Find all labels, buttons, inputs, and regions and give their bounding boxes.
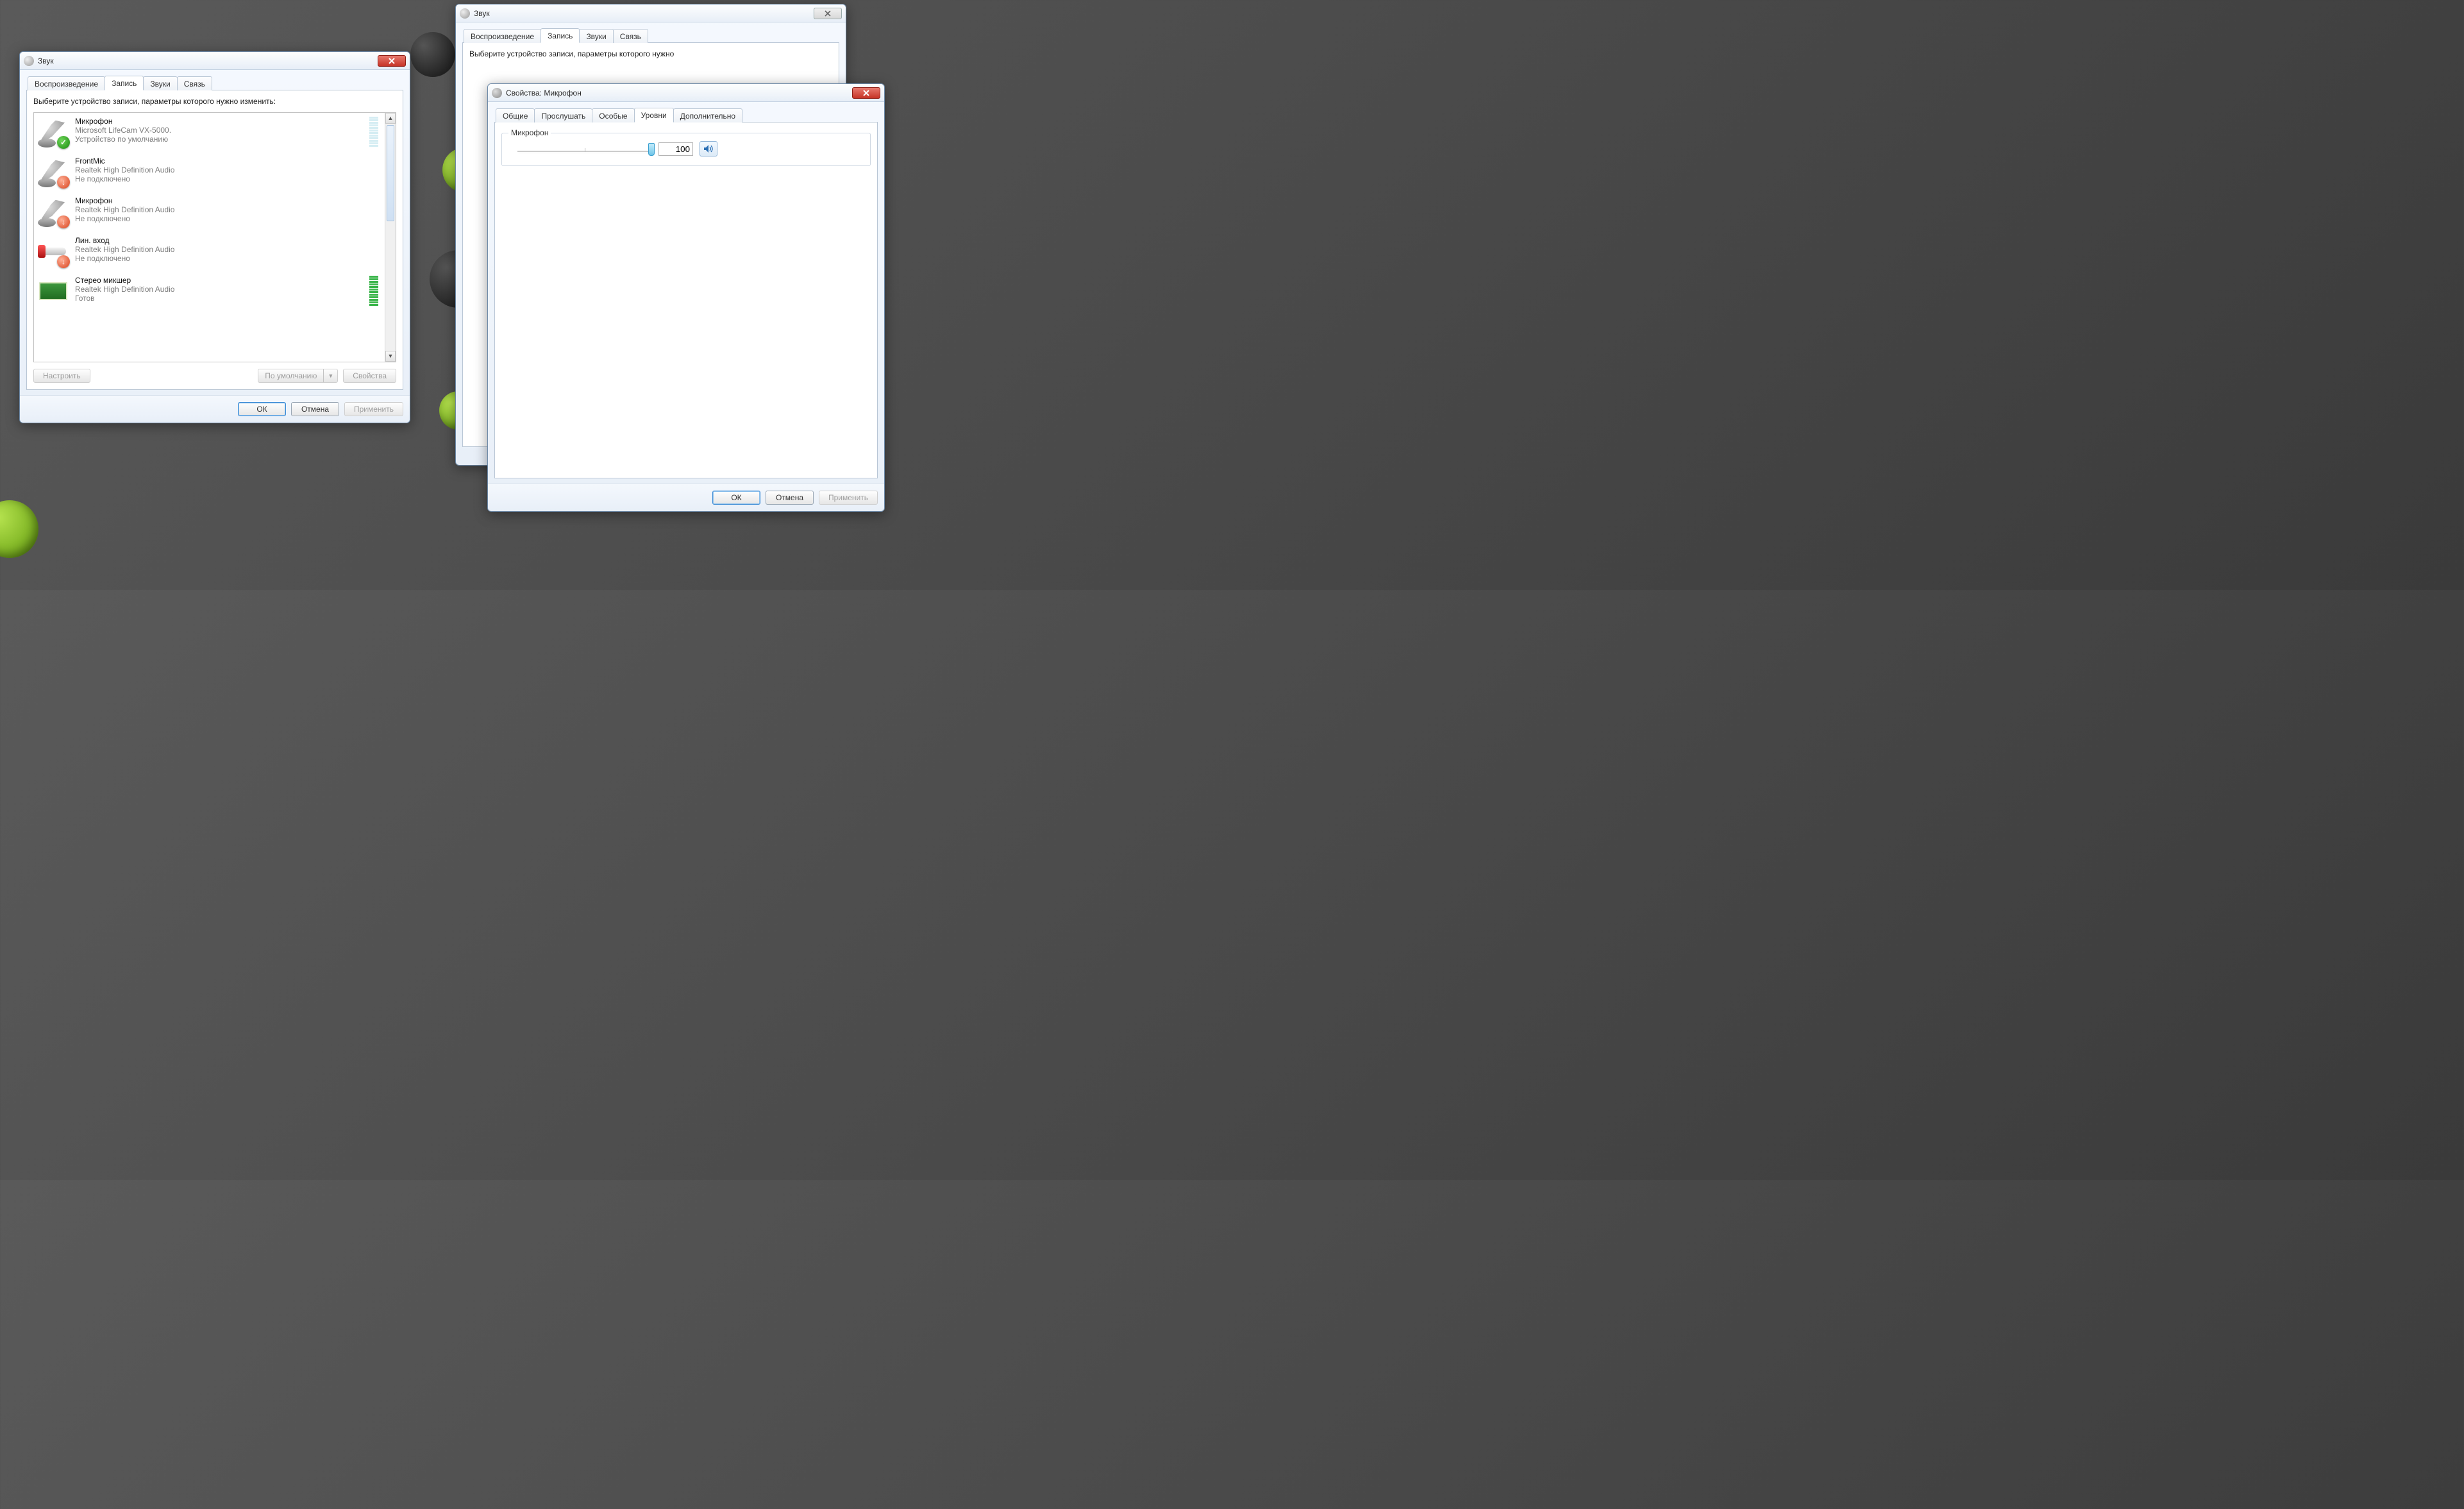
close-button[interactable] xyxy=(852,87,880,99)
device-text: Стерео микшерRealtek High Definition Aud… xyxy=(75,276,174,303)
mute-button[interactable] xyxy=(700,141,717,156)
device-description: Microsoft LifeCam VX-5000. xyxy=(75,126,171,135)
device-status: Готов xyxy=(75,294,174,303)
device-name: Лин. вход xyxy=(75,236,174,245)
dialog-footer: ОК Отмена Применить xyxy=(488,484,884,511)
device-list-item[interactable]: ✓ МикрофонMicrosoft LifeCam VX-5000.Устро… xyxy=(34,113,385,153)
tab-listen[interactable]: Прослушать xyxy=(534,108,592,122)
device-text: МикрофонRealtek High Definition AudioНе … xyxy=(75,196,174,223)
device-description: Realtek High Definition Audio xyxy=(75,285,174,294)
dropdown-arrow-icon[interactable]: ▼ xyxy=(323,369,337,382)
group-label: Микрофон xyxy=(508,128,551,137)
device-name: Микрофон xyxy=(75,196,174,205)
scrollbar[interactable]: ▲ ▼ xyxy=(385,113,396,362)
tab-sounds[interactable]: Звуки xyxy=(579,29,613,43)
device-description: Realtek High Definition Audio xyxy=(75,205,174,214)
scroll-up-button[interactable]: ▲ xyxy=(385,113,396,124)
device-text: МикрофонMicrosoft LifeCam VX-5000.Устрой… xyxy=(75,117,171,144)
scroll-down-button[interactable]: ▼ xyxy=(385,351,396,362)
scroll-thumb[interactable] xyxy=(387,125,394,221)
device-description: Realtek High Definition Audio xyxy=(75,165,174,174)
tab-strip: Воспроизведение Запись Звуки Связь xyxy=(462,28,839,43)
device-name: FrontMic xyxy=(75,156,174,165)
device-status: Не подключено xyxy=(75,174,174,183)
linein-device-icon: ↓ xyxy=(38,236,69,267)
microphone-level-value[interactable] xyxy=(658,142,693,156)
device-list-item[interactable]: ↓ МикрофонRealtek High Definition AudioНе… xyxy=(34,192,385,232)
device-name: Микрофон xyxy=(75,117,171,126)
tab-custom[interactable]: Особые xyxy=(592,108,634,122)
level-meter xyxy=(369,276,378,306)
cancel-button[interactable]: Отмена xyxy=(766,491,814,505)
device-list: ✓МикрофонMicrosoft LifeCam VX-5000.Устро… xyxy=(33,112,396,362)
apply-button[interactable]: Применить xyxy=(344,402,403,416)
close-button[interactable] xyxy=(378,55,406,67)
tab-advanced[interactable]: Дополнительно xyxy=(673,108,742,122)
mic-device-icon: ✓ xyxy=(38,117,69,148)
mic-device-icon: ↓ xyxy=(38,156,69,187)
tab-recording[interactable]: Запись xyxy=(105,76,144,90)
scroll-track[interactable] xyxy=(385,124,396,351)
device-list-scroll: ✓МикрофонMicrosoft LifeCam VX-5000.Устро… xyxy=(34,113,385,362)
titlebar[interactable]: Звук xyxy=(456,4,846,22)
set-default-label: По умолчанию xyxy=(258,369,323,382)
default-badge-icon: ✓ xyxy=(57,136,70,149)
slider-thumb[interactable] xyxy=(648,143,655,156)
unplugged-badge-icon: ↓ xyxy=(57,176,70,189)
microphone-level-slider[interactable] xyxy=(517,142,652,156)
ok-button[interactable]: ОК xyxy=(238,402,286,416)
device-status: Не подключено xyxy=(75,214,174,223)
tab-communications[interactable]: Связь xyxy=(177,76,212,90)
tab-levels[interactable]: Уровни xyxy=(634,108,674,122)
device-list-item[interactable]: Стерео микшерRealtek High Definition Aud… xyxy=(34,272,385,312)
device-text: Лин. входRealtek High Definition AudioНе… xyxy=(75,236,174,263)
properties-button[interactable]: Свойства xyxy=(343,369,396,383)
level-meter xyxy=(369,117,378,147)
device-list-item[interactable]: ↓ Лин. входRealtek High Definition AudioН… xyxy=(34,232,385,272)
tab-playback[interactable]: Воспроизведение xyxy=(464,29,541,43)
tab-communications[interactable]: Связь xyxy=(613,29,648,43)
set-default-button[interactable]: По умолчанию ▼ xyxy=(258,369,338,383)
titlebar[interactable]: Звук xyxy=(20,52,410,70)
configure-button[interactable]: Настроить xyxy=(33,369,90,383)
tab-sounds[interactable]: Звуки xyxy=(143,76,177,90)
tab-recording[interactable]: Запись xyxy=(541,28,580,43)
tab-strip: Воспроизведение Запись Звуки Связь xyxy=(26,75,403,90)
window-title: Звук xyxy=(474,9,490,18)
dialog-footer: ОК Отмена Применить xyxy=(20,395,410,423)
cancel-button[interactable]: Отмена xyxy=(291,402,339,416)
window-title: Звук xyxy=(38,56,54,65)
sound-icon xyxy=(24,56,34,66)
mic-device-icon: ↓ xyxy=(38,196,69,227)
wallpaper-blob xyxy=(0,500,38,558)
close-button[interactable] xyxy=(814,8,842,19)
ok-button[interactable]: ОК xyxy=(712,491,760,505)
device-list-item[interactable]: ↓ FrontMicRealtek High Definition AudioНе… xyxy=(34,153,385,192)
apply-button[interactable]: Применить xyxy=(819,491,878,505)
device-text: FrontMicRealtek High Definition AudioНе … xyxy=(75,156,174,183)
unplugged-badge-icon: ↓ xyxy=(57,215,70,228)
device-status: Устройство по умолчанию xyxy=(75,135,171,144)
device-description: Realtek High Definition Audio xyxy=(75,245,174,254)
tab-panel-recording: Выберите устройство записи, параметры ко… xyxy=(26,90,403,390)
sound-dialog: Звук Воспроизведение Запись Звуки Связь … xyxy=(19,51,410,423)
unplugged-badge-icon: ↓ xyxy=(57,255,70,268)
tab-playback[interactable]: Воспроизведение xyxy=(28,76,105,90)
speaker-icon xyxy=(703,144,714,153)
instructions-text: Выберите устройство записи, параметры ко… xyxy=(33,97,396,107)
tab-panel-levels: Микрофон xyxy=(494,122,878,478)
device-name: Стерео микшер xyxy=(75,276,174,285)
card-device-icon xyxy=(38,276,69,307)
instructions-text: Выберите устройство записи, параметры ко… xyxy=(469,49,832,60)
tab-general[interactable]: Общие xyxy=(496,108,535,122)
titlebar[interactable]: Свойства: Микрофон xyxy=(488,84,884,102)
tab-strip: Общие Прослушать Особые Уровни Дополните… xyxy=(494,107,878,122)
sound-icon xyxy=(460,8,470,19)
wallpaper-blob xyxy=(410,32,455,77)
device-status: Не подключено xyxy=(75,254,174,263)
window-title: Свойства: Микрофон xyxy=(506,89,582,97)
microphone-level-group: Микрофон xyxy=(501,133,871,166)
mic-properties-dialog: Свойства: Микрофон Общие Прослушать Особ… xyxy=(487,83,885,512)
microphone-icon xyxy=(492,88,502,98)
